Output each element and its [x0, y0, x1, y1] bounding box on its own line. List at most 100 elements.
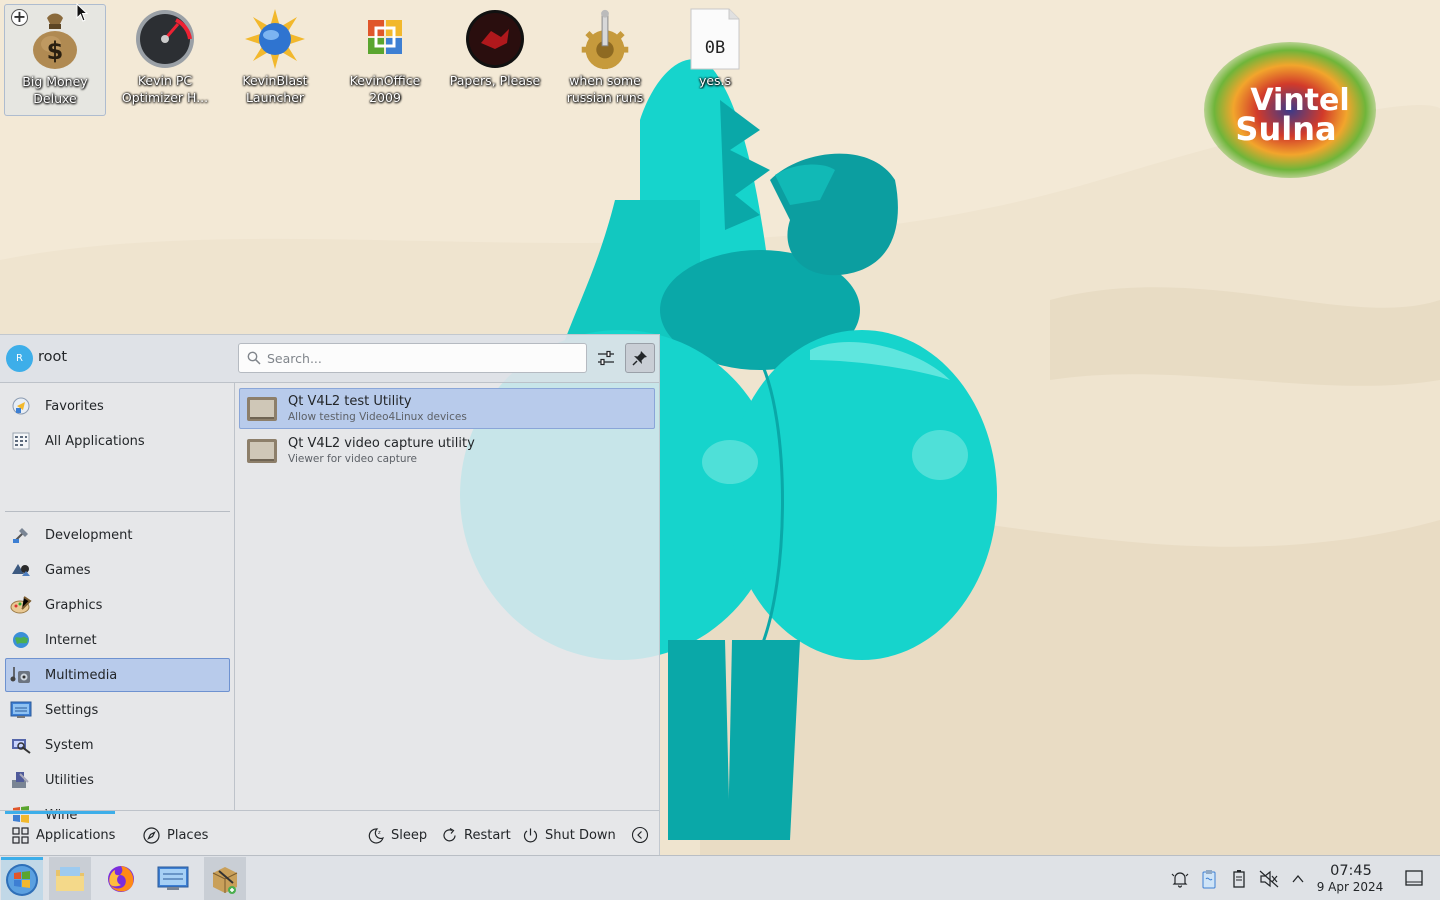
clipboard-icon[interactable]: [1198, 868, 1220, 890]
restart-icon: [443, 827, 456, 841]
taskbar-system-settings[interactable]: [152, 857, 194, 900]
launcher-header: R root: [0, 335, 659, 383]
file-icon: 0B: [683, 6, 747, 72]
desktop-icon-yes-s[interactable]: 0B yes.s: [664, 4, 766, 116]
grid-icon: [12, 826, 29, 844]
sleep-label: Sleep: [391, 827, 428, 843]
system-icon: [10, 734, 32, 756]
shutdown-button[interactable]: Shut Down: [522, 826, 616, 844]
battery-icon[interactable]: [1228, 868, 1250, 890]
tab-label: Places: [167, 827, 209, 843]
category-separator: [5, 511, 230, 512]
desktop-icon-label: when some russian runs a...: [566, 73, 644, 108]
desktop-icon-label: Big Money Deluxe: [22, 74, 88, 106]
result-title: Qt V4L2 test Utility: [288, 393, 412, 409]
category-utilities[interactable]: Utilities: [5, 763, 230, 797]
settings-monitor-icon: [157, 866, 189, 890]
category-system[interactable]: System: [5, 728, 230, 762]
taskbar: 07:45 9 Apr 2024: [0, 855, 1440, 900]
result-title: Qt V4L2 video capture utility: [288, 435, 475, 451]
desktop-icon-kevin-pc-optimizer[interactable]: Kevin PC Optimizer H...: [114, 4, 216, 116]
sleep-icon: z: [368, 827, 384, 844]
result-description: Viewer for video capture: [288, 452, 418, 465]
multimedia-icon: [10, 664, 32, 686]
settings-icon: [10, 699, 32, 721]
category-settings[interactable]: Settings: [5, 693, 230, 727]
application-launcher: R root Favori: [0, 334, 660, 855]
office-logo-icon: [353, 6, 417, 72]
power-icon: [523, 828, 538, 842]
category-games[interactable]: Games: [5, 553, 230, 587]
category-graphics[interactable]: Graphics: [5, 588, 230, 622]
taskbar-package-installer[interactable]: [204, 857, 246, 900]
package-installer-icon: [212, 866, 238, 894]
svg-text:$: $: [47, 37, 64, 65]
desktop-icon-kevinblast-launcher[interactable]: KevinBlast Launcher: [224, 4, 326, 116]
category-internet[interactable]: Internet: [5, 623, 230, 657]
desktop-icon-papers-please[interactable]: Papers, Please: [444, 4, 546, 116]
start-menu-button[interactable]: [1, 857, 43, 900]
gear-joystick-icon: [573, 6, 637, 72]
notifications-icon[interactable]: [1169, 868, 1191, 890]
category-label: Multimedia: [45, 667, 118, 683]
chevron-left-icon[interactable]: [631, 826, 649, 844]
favorites-icon: [10, 395, 32, 417]
configure-button[interactable]: [591, 343, 621, 373]
category-label: All Applications: [45, 433, 145, 449]
pin-icon: [632, 351, 647, 366]
games-icon: [10, 559, 32, 581]
sleep-button[interactable]: z Sleep: [368, 826, 427, 844]
clock-time[interactable]: 07:45: [1316, 863, 1386, 879]
file-size-badge: 0B: [705, 38, 725, 58]
mouse-cursor-icon: [76, 3, 89, 22]
search-icon: [247, 351, 261, 365]
username: root: [38, 349, 68, 365]
desktop-icon-label: Kevin PC Optimizer H...: [121, 73, 209, 105]
desktop-icon-label: Papers, Please: [449, 73, 541, 88]
category-label: Favorites: [45, 398, 104, 414]
start-orb-icon: [6, 864, 38, 896]
sliders-icon: [598, 350, 614, 366]
volume-muted-icon[interactable]: [1258, 868, 1280, 890]
category-all-applications[interactable]: All Applications: [5, 424, 230, 458]
desktop-icon-big-money-deluxe[interactable]: + $ Big Money Deluxe: [4, 4, 106, 116]
launcher-footer: Applications Places z Sleep Restart Shut…: [0, 810, 659, 856]
desktop-icon-label: yes.s: [698, 73, 732, 88]
pin-button[interactable]: [625, 343, 655, 373]
category-label: Games: [45, 562, 91, 578]
graphics-icon: [10, 594, 32, 616]
restart-label: Restart: [464, 827, 511, 843]
avatar[interactable]: R: [6, 345, 33, 372]
category-multimedia[interactable]: Multimedia: [5, 658, 230, 692]
speedometer-icon: [133, 6, 197, 72]
result-qt-v4l2-test-utility[interactable]: Qt V4L2 test Utility Allow testing Video…: [239, 388, 655, 429]
category-sidebar: Favorites All Applications Development G…: [0, 383, 235, 823]
taskbar-firefox[interactable]: [100, 857, 142, 900]
search-input[interactable]: [267, 348, 577, 368]
desktop-icon-russian-runs[interactable]: when some russian runs a...: [554, 4, 656, 116]
clock-date[interactable]: 9 Apr 2024: [1310, 880, 1390, 894]
desktop-icon-kevinoffice-2009[interactable]: KevinOffice 2009: [334, 4, 436, 116]
globe-burst-icon: [243, 6, 307, 72]
restart-button[interactable]: Restart: [441, 826, 511, 844]
expand-tray-icon[interactable]: [1287, 868, 1309, 890]
tab-places[interactable]: Places: [143, 826, 208, 844]
desktop-icon-label: KevinOffice 2009: [349, 73, 421, 105]
result-qt-v4l2-video-capture-utility[interactable]: Qt V4L2 video capture utility Viewer for…: [239, 430, 655, 471]
monitor-app-icon: [247, 396, 277, 421]
taskbar-file-manager[interactable]: [49, 857, 91, 900]
show-desktop-icon[interactable]: [1404, 869, 1424, 887]
category-label: Internet: [45, 632, 97, 648]
category-label: Graphics: [45, 597, 103, 613]
category-favorites[interactable]: Favorites: [5, 389, 230, 423]
internet-icon: [10, 629, 32, 651]
utilities-icon: [10, 769, 32, 791]
category-development[interactable]: Development: [5, 518, 230, 552]
tab-label: Applications: [36, 827, 116, 843]
search-box[interactable]: [238, 343, 587, 373]
desktop-icon-label: KevinBlast Launcher: [242, 73, 308, 105]
add-to-selection-icon[interactable]: +: [11, 9, 28, 26]
folder-icon: [56, 866, 84, 891]
all-applications-icon: [10, 430, 32, 452]
tab-applications[interactable]: Applications: [12, 826, 115, 844]
